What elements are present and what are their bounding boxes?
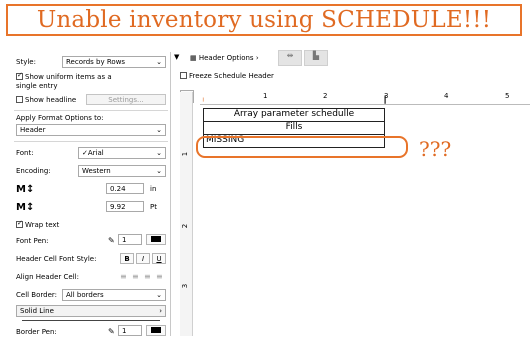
align-left-icon[interactable]: ≡ bbox=[120, 272, 127, 281]
cell-border-dropdown[interactable]: All borders ⌄ bbox=[62, 289, 166, 301]
pen-icon: ✎ bbox=[108, 236, 115, 245]
vruler-tick-1: 1 bbox=[181, 151, 190, 157]
font-pen-label: Font Pen: bbox=[16, 237, 49, 245]
text-height-icon: M↕ bbox=[16, 202, 35, 213]
chevron-down-icon: ⌄ bbox=[156, 126, 162, 134]
ruler-baseline bbox=[200, 104, 530, 105]
checkbox-icon bbox=[16, 71, 23, 80]
width-input[interactable]: 0.24 bbox=[106, 183, 144, 194]
chevron-right-icon: › bbox=[255, 54, 259, 62]
ruler-tick-5: 5 bbox=[505, 92, 510, 100]
table-icon: ▦ bbox=[190, 54, 197, 62]
column-header-fills[interactable]: Fills bbox=[204, 122, 384, 135]
vertical-ruler: 1 2 3 bbox=[180, 92, 193, 336]
align-header-cell-label: Align Header Cell: bbox=[16, 273, 79, 281]
settings-button[interactable]: Settings... bbox=[86, 94, 166, 105]
header-cell-font-style-label: Header Cell Font Style: bbox=[16, 255, 97, 263]
width-unit: in bbox=[150, 185, 157, 193]
style-dropdown[interactable]: Records by Rows ⌄ bbox=[62, 56, 166, 68]
chevron-down-icon: ⌄ bbox=[156, 149, 162, 157]
collapse-triangle-icon[interactable]: ▼ bbox=[174, 52, 179, 63]
font-label: Font: bbox=[16, 149, 34, 157]
divider bbox=[14, 141, 168, 142]
freeze-header-label: Freeze Schedule Header bbox=[189, 72, 274, 80]
ruler-right-marker-icon[interactable]: ┃ bbox=[383, 96, 387, 104]
settings-panel: Style: Records by Rows ⌄ Show uniform it… bbox=[12, 52, 171, 336]
height-input[interactable]: 9.92 bbox=[106, 201, 144, 212]
align-right-icon[interactable]: ≡ bbox=[144, 272, 151, 281]
chevron-right-icon: › bbox=[159, 307, 162, 315]
wrap-text-checkbox[interactable]: Wrap text bbox=[16, 219, 60, 230]
header-options-label: Header Options bbox=[198, 54, 254, 62]
divider bbox=[14, 110, 168, 111]
pen-icon: ✎ bbox=[108, 327, 115, 336]
apply-format-dropdown[interactable]: Header ⌄ bbox=[16, 124, 166, 136]
horizontal-ruler: 1 2 3 4 5 ╷ ┃ bbox=[200, 92, 530, 106]
encoding-dropdown[interactable]: Western ⌄ bbox=[78, 165, 166, 177]
line-type-value: Solid Line bbox=[20, 307, 54, 315]
freeze-header-checkbox[interactable]: Freeze Schedule Header bbox=[180, 71, 274, 82]
encoding-dropdown-value: Western bbox=[82, 167, 111, 175]
show-headline-label: Show headline bbox=[25, 96, 77, 104]
apply-format-label: Apply Format Options to: bbox=[16, 114, 104, 122]
show-uniform-label: Show uniform items as a single entry bbox=[16, 73, 112, 90]
chevron-down-icon: ⌄ bbox=[156, 58, 162, 66]
bold-button[interactable]: B bbox=[120, 253, 134, 264]
header-options-button[interactable]: ▦ Header Options › bbox=[186, 52, 263, 65]
wrap-text-label: Wrap text bbox=[25, 221, 60, 229]
italic-button[interactable]: I bbox=[136, 253, 150, 264]
ruler-tick-1: 1 bbox=[263, 92, 268, 100]
checkbox-icon bbox=[180, 72, 187, 79]
checkbox-icon bbox=[16, 96, 23, 103]
highlight-outline bbox=[196, 136, 408, 158]
line-preview bbox=[22, 320, 160, 321]
line-type-dropdown[interactable]: Solid Line › bbox=[16, 305, 166, 317]
align-justify-icon[interactable]: ≡ bbox=[156, 272, 163, 281]
pen-color-button[interactable] bbox=[146, 234, 166, 245]
split-cells-icon[interactable]: ▙ bbox=[304, 50, 328, 66]
chevron-down-icon: ⌄ bbox=[156, 167, 162, 175]
style-dropdown-value: Records by Rows bbox=[66, 58, 126, 66]
vruler-tick-2: 2 bbox=[181, 223, 190, 229]
encoding-label: Encoding: bbox=[16, 167, 51, 175]
text-width-icon: M↕ bbox=[16, 184, 35, 195]
font-dropdown[interactable]: ✓Arial ⌄ bbox=[78, 147, 166, 159]
merge-cells-icon[interactable]: ⇹ bbox=[278, 50, 302, 66]
apply-format-value: Header bbox=[20, 126, 46, 134]
font-pen-input[interactable]: 1 bbox=[118, 234, 142, 245]
ruler-tick-2: 2 bbox=[323, 92, 328, 100]
show-uniform-checkbox[interactable]: Show uniform items as a single entry bbox=[16, 71, 112, 91]
ruler-left-marker-icon[interactable]: ╷ bbox=[201, 94, 205, 102]
underline-button[interactable]: U bbox=[152, 253, 166, 264]
cell-border-label: Cell Border: bbox=[16, 291, 58, 299]
height-unit: Pt bbox=[150, 203, 157, 211]
chevron-down-icon: ⌄ bbox=[156, 291, 162, 299]
ruler-tick-4: 4 bbox=[444, 92, 449, 100]
align-center-icon[interactable]: ≡ bbox=[132, 272, 139, 281]
style-label: Style: bbox=[16, 58, 36, 66]
show-headline-checkbox[interactable]: Show headline bbox=[16, 96, 76, 105]
checkbox-icon bbox=[16, 219, 23, 228]
cell-border-value: All borders bbox=[66, 291, 104, 299]
schedule-title: Array parameter schedulle bbox=[204, 109, 384, 122]
border-pen-color-button[interactable] bbox=[146, 325, 166, 336]
font-dropdown-value: ✓Arial bbox=[82, 149, 104, 157]
question-annotation: ??? bbox=[419, 137, 452, 161]
border-pen-input[interactable]: 1 bbox=[118, 325, 142, 336]
vruler-tick-3: 3 bbox=[181, 283, 190, 289]
title-banner: Unable inventory using SCHEDULE!!! bbox=[6, 4, 522, 36]
